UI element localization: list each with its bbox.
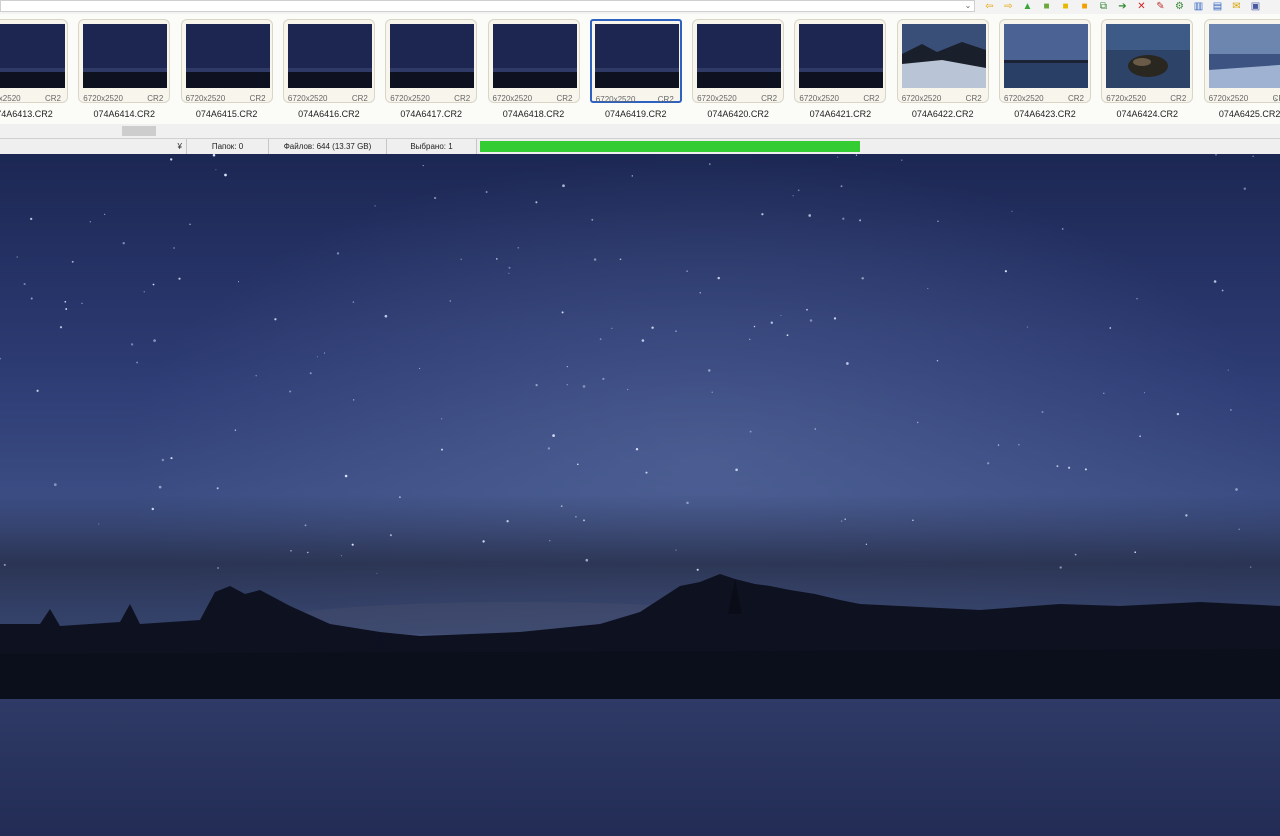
folder-icon[interactable]: ■ bbox=[1039, 1, 1054, 13]
thumbnail-item[interactable]: 6720x2520 CR2 bbox=[896, 19, 989, 103]
thumbnail-strip: 6720x2520 CR2 074A6413.CR2 6720x2520 CR2 074A… bbox=[0, 14, 1280, 124]
thumbnail-dimensions: 6720x2520 bbox=[0, 94, 21, 103]
thumbnail-image bbox=[1208, 24, 1280, 88]
thumbnail-dimensions: 6720x2520 bbox=[595, 95, 636, 104]
thumbnail-item[interactable]: 6720x2520 CR2 bbox=[282, 19, 375, 103]
thumbnail-extension: CR2 bbox=[454, 94, 471, 103]
thumbnail-item[interactable]: 6720x2520 CR2 bbox=[692, 19, 785, 103]
thumbnail-item[interactable]: 6720x2520 CR2 bbox=[999, 19, 1091, 103]
strip-scroll-right-icon[interactable]: › bbox=[1274, 94, 1280, 105]
thumbnail-image bbox=[697, 24, 782, 88]
thumbnail-dimensions: 6720x2520 bbox=[390, 94, 430, 103]
thumbnail-extension: CR2 bbox=[147, 94, 164, 103]
chart-icon[interactable]: ▥ bbox=[1191, 1, 1206, 13]
thumbnail-filename[interactable]: 074A6422.CR2 bbox=[893, 109, 993, 119]
thumbnail-filename[interactable]: 074A6414.CR2 bbox=[74, 109, 174, 119]
thumbnail-filename[interactable]: 074A6425.CR2 bbox=[1200, 109, 1280, 119]
thumbnail-filename[interactable]: 074A6421.CR2 bbox=[790, 109, 890, 119]
thumbnail-extension: CR2 bbox=[556, 94, 573, 103]
expand-icon[interactable]: ¥ bbox=[178, 139, 182, 154]
thumbnail-dimensions: 6720x2520 bbox=[1106, 94, 1146, 103]
thumbnail-filename[interactable]: 074A6413.CR2 bbox=[0, 109, 72, 119]
thumbnail-item[interactable]: 6720x2520 CR2 bbox=[1101, 19, 1194, 103]
thumbnail-extension: CR2 bbox=[863, 94, 880, 103]
thumbnail-dimensions: 6720x2520 bbox=[697, 94, 737, 103]
thumbnail-filename[interactable]: 074A6415.CR2 bbox=[177, 109, 277, 119]
thumbnail-dimensions: 6720x2520 bbox=[492, 94, 533, 103]
progress-fill bbox=[480, 141, 860, 152]
address-field[interactable]: ⌄ bbox=[0, 0, 975, 12]
print-icon[interactable]: ▣ bbox=[1248, 1, 1263, 13]
thumbnail-dimensions: 6720x2520 bbox=[287, 94, 328, 103]
toolbar-icons: ⇦ ⇨ ▲ ■ ■ ■ ⧉ ➔ ✕ ✎ ⚙ ▥ ▤ ✉ ▣ bbox=[982, 0, 1263, 14]
thumbnail-dimensions: 6720x2520 bbox=[799, 94, 839, 103]
thumbnail-item[interactable]: 6720x2520CR2 bbox=[1203, 19, 1280, 103]
thumbnail-filename[interactable]: 074A6418.CR2 bbox=[484, 109, 584, 119]
image-viewer[interactable] bbox=[0, 154, 1280, 836]
thumbnail-image bbox=[287, 24, 372, 88]
thumbnail-item[interactable]: 6720x2520 CR2 bbox=[487, 19, 580, 103]
thumbnail-extension: CR2 bbox=[1067, 94, 1084, 103]
thumbnail-filename[interactable]: 074A6419.CR2 bbox=[586, 109, 686, 119]
copy-icon[interactable]: ⧉ bbox=[1096, 1, 1111, 13]
rename-icon[interactable]: ✎ bbox=[1153, 1, 1168, 13]
thumbnail-scrollbar[interactable] bbox=[0, 124, 1280, 138]
thumbnail-dimensions: 6720x2520 bbox=[1208, 94, 1249, 103]
thumbnail-dimensions: 6720x2520 bbox=[185, 94, 226, 103]
thumbnail-image bbox=[492, 24, 577, 88]
thumbnail-image bbox=[594, 24, 679, 88]
folder-new-icon[interactable]: ■ bbox=[1077, 1, 1092, 13]
move-icon[interactable]: ➔ bbox=[1115, 1, 1130, 13]
thumbnail-item[interactable]: 6720x2520 CR2 bbox=[385, 19, 478, 103]
thumbnail-extension: CR2 bbox=[249, 94, 266, 103]
thumbnail-filename[interactable]: 074A6424.CR2 bbox=[1097, 109, 1197, 119]
chevron-down-icon[interactable]: ⌄ bbox=[962, 1, 974, 11]
thumbnail-image bbox=[0, 24, 65, 88]
thumbnail-extension: CR2 bbox=[657, 95, 674, 104]
folder-up-icon[interactable]: ▲ bbox=[1020, 1, 1035, 13]
thumbnail-item[interactable]: 6720x2520 CR2 bbox=[180, 19, 273, 103]
night-landscape-photo bbox=[0, 154, 1280, 836]
thumbnail-image bbox=[83, 24, 168, 88]
thumbnail-dimensions: 6720x2520 bbox=[1004, 94, 1044, 103]
status-files: Файлов: 644 (13.37 GB) bbox=[269, 139, 387, 154]
back-arrow-icon[interactable]: ⇦ bbox=[982, 1, 997, 13]
status-folders: Папок: 0 bbox=[187, 139, 269, 154]
thumbnail-item[interactable]: 6720x2520 CR2 bbox=[589, 19, 682, 104]
thumbnail-image bbox=[799, 24, 884, 88]
status-selected: Выбрано: 1 bbox=[387, 139, 477, 154]
slideshow-icon[interactable]: ▤ bbox=[1210, 1, 1225, 13]
properties-icon[interactable]: ⚙ bbox=[1172, 1, 1187, 13]
thumbnail-extension: CR2 bbox=[351, 94, 368, 103]
delete-icon[interactable]: ✕ bbox=[1134, 1, 1149, 13]
folder-open-icon[interactable]: ■ bbox=[1058, 1, 1073, 13]
thumbnail-extension: CR2 bbox=[761, 94, 778, 103]
top-toolbar: ⌄ ⇦ ⇨ ▲ ■ ■ ■ ⧉ ➔ ✕ ✎ ⚙ ▥ ▤ ✉ ▣ bbox=[0, 0, 1280, 15]
thumbnail-item[interactable]: 6720x2520 CR2 bbox=[0, 19, 68, 103]
thumbnail-item[interactable]: 6720x2520 CR2 bbox=[794, 19, 887, 103]
forward-arrow-icon[interactable]: ⇨ bbox=[1001, 1, 1016, 13]
thumbnail-image bbox=[901, 24, 986, 88]
thumbnail-extension: CR2 bbox=[965, 94, 982, 103]
thumbnail-item[interactable]: 6720x2520 CR2 bbox=[78, 19, 171, 103]
thumbnail-extension: CR2 bbox=[1170, 94, 1187, 103]
thumbnail-filename[interactable]: 074A6417.CR2 bbox=[381, 109, 481, 119]
status-bar: ¥ Папок: 0 Файлов: 644 (13.37 GB) Выбран… bbox=[0, 138, 1280, 155]
scrollbar-thumb[interactable] bbox=[122, 126, 156, 136]
status-expand-cell[interactable]: ¥ bbox=[0, 139, 187, 154]
thumbnail-filename[interactable]: 074A6423.CR2 bbox=[995, 109, 1095, 119]
thumbnail-image bbox=[185, 24, 270, 88]
thumbnail-extension: CR2 bbox=[44, 94, 61, 103]
progress-bar bbox=[480, 141, 860, 152]
thumbnail-dimensions: 6720x2520 bbox=[83, 94, 123, 103]
mail-icon[interactable]: ✉ bbox=[1229, 1, 1244, 13]
thumbnail-dimensions: 6720x2520 bbox=[901, 94, 942, 103]
thumbnail-image bbox=[1106, 24, 1191, 88]
thumbnail-filename[interactable]: 074A6420.CR2 bbox=[688, 109, 788, 119]
thumbnail-filename[interactable]: 074A6416.CR2 bbox=[279, 109, 379, 119]
thumbnail-image bbox=[1004, 24, 1088, 88]
thumbnail-image bbox=[390, 24, 475, 88]
